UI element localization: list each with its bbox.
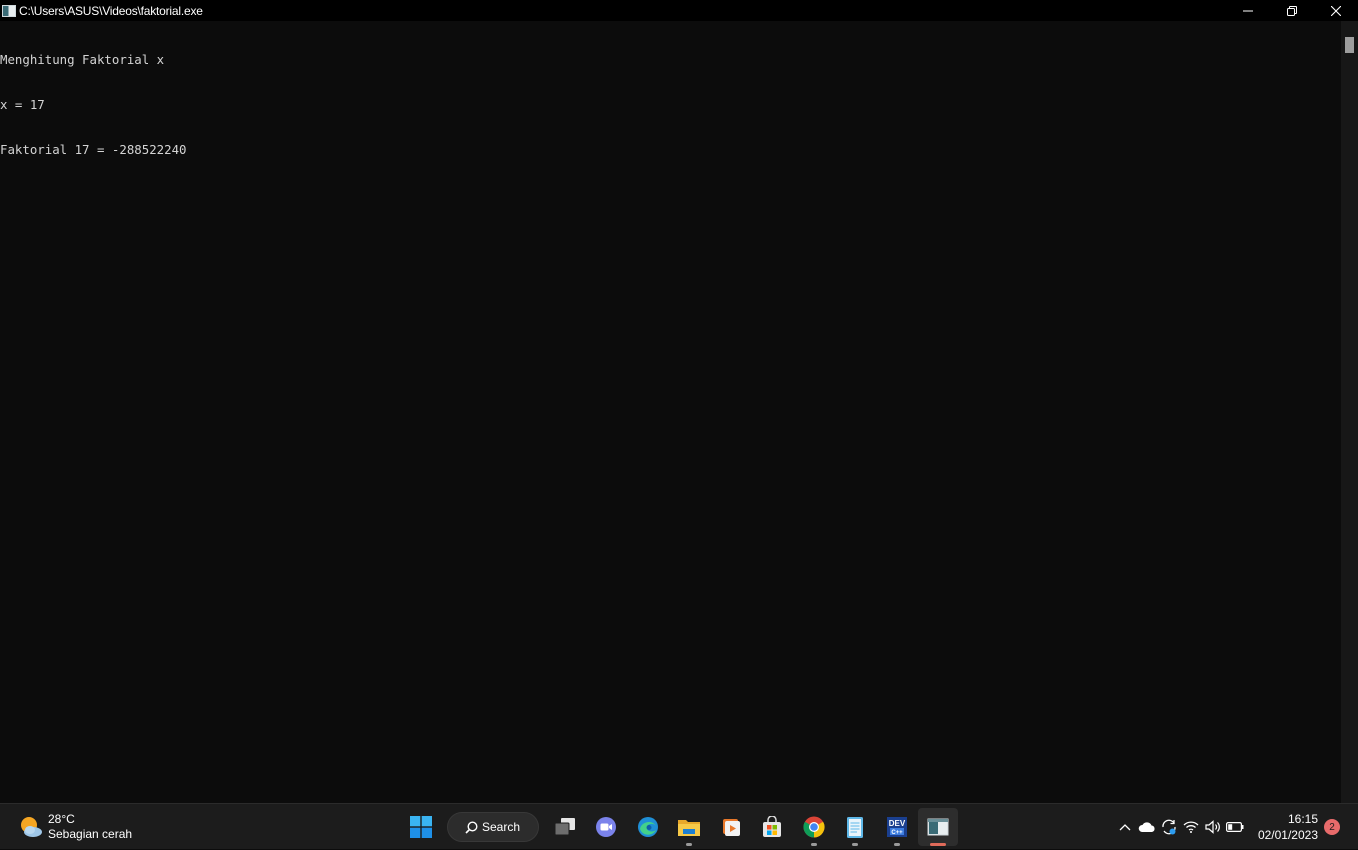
dev-cpp-icon: DEV C++ [886, 817, 907, 837]
onedrive-button[interactable] [1135, 815, 1159, 839]
scrollbar-thumb[interactable] [1345, 37, 1354, 53]
console-app-icon[interactable] [2, 4, 16, 17]
running-indicator [852, 843, 858, 846]
task-view-button[interactable] [545, 808, 585, 846]
title-bar[interactable]: C:\Users\ASUS\Videos\faktorial.exe [0, 0, 1358, 21]
window-controls [1226, 0, 1358, 21]
active-indicator [930, 843, 946, 846]
chrome-button[interactable] [794, 808, 834, 846]
partly-sunny-icon [18, 814, 44, 840]
notepad-button[interactable] [835, 808, 875, 846]
weather-description: Sebagian cerah [48, 827, 133, 841]
taskbar-search[interactable]: Search [446, 812, 539, 842]
console-line: Menghitung Faktorial x [0, 52, 165, 67]
console-window[interactable]: C:\Users\ASUS\Videos\faktorial.exe Mengh… [0, 0, 1358, 803]
edge-browser-icon [637, 817, 658, 837]
windows-logo-icon [410, 816, 432, 838]
microsoft-store-button[interactable] [752, 808, 792, 846]
chevron-up-icon [1119, 824, 1131, 831]
running-indicator [893, 843, 900, 846]
clock-time: 16:15 [1287, 812, 1318, 826]
media-player-button[interactable] [711, 808, 751, 846]
running-indicator [686, 843, 692, 846]
battery-icon [1225, 822, 1244, 832]
restore-button[interactable] [1270, 0, 1314, 21]
notepad-icon [847, 817, 863, 838]
close-button[interactable] [1314, 0, 1358, 21]
search-label: Search [481, 820, 521, 834]
window-title: C:\Users\ASUS\Videos\faktorial.exe [19, 3, 203, 18]
console-line: Faktorial 17 = -288522240 [0, 142, 187, 157]
file-explorer-button[interactable] [669, 808, 709, 846]
svg-text:C++: C++ [891, 830, 903, 836]
system-tray: 16:15 02/01/2023 2 [1114, 804, 1358, 850]
clock-date: 02/01/2023 [1257, 828, 1318, 842]
show-hidden-icons-button[interactable] [1113, 815, 1137, 839]
weather-widget[interactable]: 28°C Sebagian cerah [18, 812, 132, 842]
console-output[interactable]: Menghitung Faktorial x x = 17 Faktorial … [0, 21, 1340, 804]
cloud-icon [1138, 822, 1155, 832]
dev-cpp-button[interactable]: DEV C++ [877, 808, 917, 846]
taskbar: 28°C Sebagian cerah Search DEV C++ 16:15… [0, 803, 1358, 849]
task-view-icon [554, 818, 575, 836]
start-button[interactable] [401, 808, 441, 846]
volume-button[interactable] [1201, 815, 1225, 839]
media-player-icon [722, 819, 740, 836]
chrome-icon [802, 816, 825, 838]
dev-cpp-label: DEV [888, 819, 905, 828]
battery-button[interactable] [1223, 815, 1247, 839]
speaker-icon [1205, 820, 1220, 834]
video-chat-icon [596, 817, 616, 837]
minimize-icon [1243, 10, 1253, 11]
sync-icon [1162, 819, 1176, 835]
teams-chat-button[interactable] [586, 808, 626, 846]
store-icon [763, 816, 781, 837]
running-indicator [810, 843, 817, 846]
console-line: x = 17 [0, 97, 45, 112]
search-icon [465, 820, 478, 834]
weather-text: 28°C Sebagian cerah [48, 812, 132, 842]
console-icon [927, 818, 949, 836]
minimize-button[interactable] [1226, 0, 1270, 21]
taskbar-apps: Search DEV C++ [401, 808, 960, 846]
edge-button[interactable] [628, 808, 668, 846]
folder-icon [678, 820, 700, 836]
vertical-scrollbar[interactable] [1341, 21, 1358, 803]
weather-temperature: 28°C [48, 812, 75, 826]
wifi-button[interactable] [1179, 815, 1203, 839]
clock[interactable]: 16:15 02/01/2023 [1258, 811, 1318, 843]
restore-icon [1287, 5, 1297, 16]
close-icon [1331, 5, 1341, 16]
console-window-button[interactable] [918, 808, 958, 846]
wifi-icon [1183, 821, 1199, 833]
sync-button[interactable] [1157, 815, 1181, 839]
notification-badge[interactable]: 2 [1324, 819, 1340, 835]
